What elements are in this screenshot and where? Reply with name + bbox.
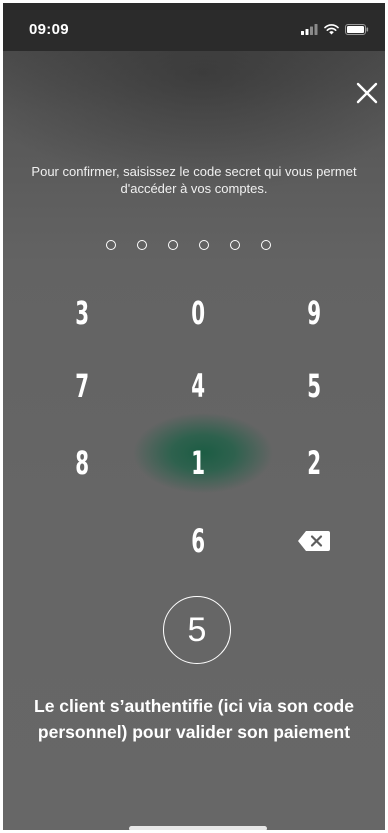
key-1[interactable]: 1 [158,435,238,491]
pin-dot [199,240,209,250]
status-time: 09:09 [29,21,69,38]
pin-dot [106,240,116,250]
home-indicator[interactable] [129,826,267,830]
wifi-icon [324,22,339,40]
step-number-badge: 5 [163,596,231,664]
key-0[interactable]: 0 [158,285,238,341]
close-button[interactable] [354,80,380,106]
delete-button[interactable] [274,513,354,569]
pin-dot [230,240,240,250]
close-icon [356,82,378,104]
key-2[interactable]: 2 [274,435,354,491]
pin-indicator [106,240,271,250]
caption-text: Le client s’authentifie (ici via son cod… [34,696,354,742]
pin-dot [168,240,178,250]
battery-icon [345,22,369,40]
pin-dot [261,240,271,250]
pin-dot [137,240,147,250]
status-icons [301,22,369,40]
key-8[interactable]: 8 [42,435,122,491]
key-4[interactable]: 4 [158,358,238,414]
signal-icon [301,22,318,40]
payment-auth-screen: 09:09 Pour confirmer, saisissez le code … [3,3,385,830]
step-number: 5 [187,610,207,649]
key-6[interactable]: 6 [158,513,238,569]
key-3[interactable]: 3 [42,285,122,341]
key-5[interactable]: 5 [274,358,354,414]
key-7[interactable]: 7 [42,358,122,414]
key-9[interactable]: 9 [274,285,354,341]
instruction-text: Pour confirmer, saisissez le code secret… [31,164,357,196]
status-bar: 09:09 [3,3,385,51]
backspace-icon [298,531,330,551]
